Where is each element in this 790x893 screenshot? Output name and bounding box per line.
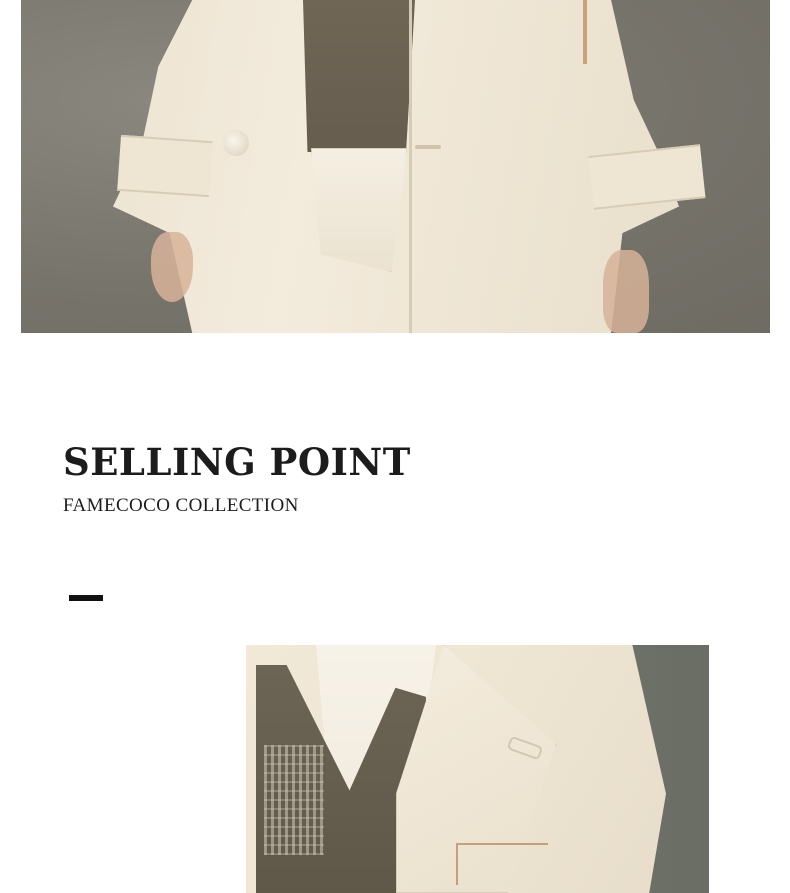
shirt-tail bbox=[311, 148, 407, 272]
section-subtitle: FAMECOCO COLLECTION bbox=[63, 495, 299, 516]
knit-vest bbox=[303, 0, 415, 152]
vest-print bbox=[264, 745, 324, 855]
buttonhole bbox=[415, 145, 441, 149]
coat-button bbox=[223, 130, 249, 156]
right-hand bbox=[603, 250, 649, 333]
drawstring bbox=[583, 0, 587, 64]
section-title: SELLING POINT bbox=[63, 440, 411, 484]
hero-image bbox=[21, 0, 770, 333]
left-cuff bbox=[117, 134, 213, 198]
left-hand bbox=[151, 232, 193, 302]
embroidery-detail bbox=[456, 843, 548, 885]
detail-image bbox=[246, 645, 709, 893]
coat-opening bbox=[409, 0, 412, 333]
accent-bar bbox=[69, 595, 103, 601]
